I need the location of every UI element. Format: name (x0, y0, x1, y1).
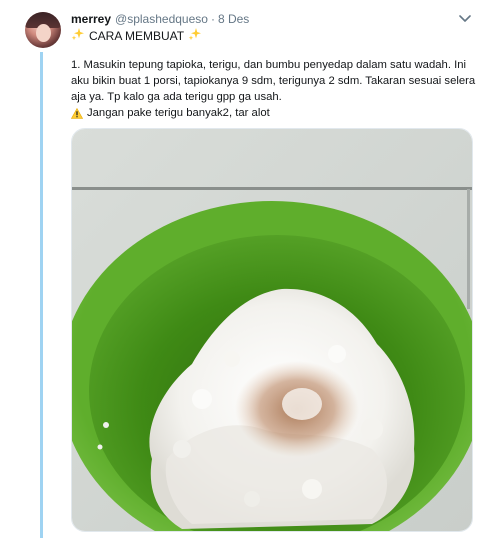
warning-icon (70, 107, 84, 119)
avatar-face (36, 24, 51, 42)
chevron-down-icon[interactable] (457, 12, 473, 26)
tweet-title: CARA MEMBUAT (89, 28, 185, 43)
tweet-body-text: 1. Masukin tepung tapioka, terigu, dan b… (71, 59, 476, 103)
user-handle[interactable]: @splashedqueso (115, 12, 208, 26)
display-name[interactable]: merrey (71, 12, 111, 26)
thread-connector-line (40, 52, 43, 538)
tweet-title-line: CARA MEMBUAT (71, 27, 202, 44)
tweet-body: 1. Masukin tepung tapioka, terigu, dan b… (70, 57, 483, 121)
warning-line: Jangan pake terigu banyak2, tar alot (70, 105, 483, 121)
avatar[interactable] (25, 12, 61, 48)
flour-in-bowl-photo (72, 129, 472, 531)
header-separator: · (210, 12, 215, 26)
sparkles-icon (71, 27, 85, 44)
tweet-timestamp[interactable]: 8 Des (218, 12, 249, 26)
sparkles-icon (188, 27, 202, 44)
tweet-photo[interactable] (71, 128, 473, 532)
warning-text: Jangan pake terigu banyak2, tar alot (87, 107, 270, 119)
tweet-card[interactable]: merrey @splashedqueso · 8 Des CARA MEMBU… (0, 0, 502, 538)
tweet-header: merrey @splashedqueso · 8 Des (71, 11, 249, 27)
